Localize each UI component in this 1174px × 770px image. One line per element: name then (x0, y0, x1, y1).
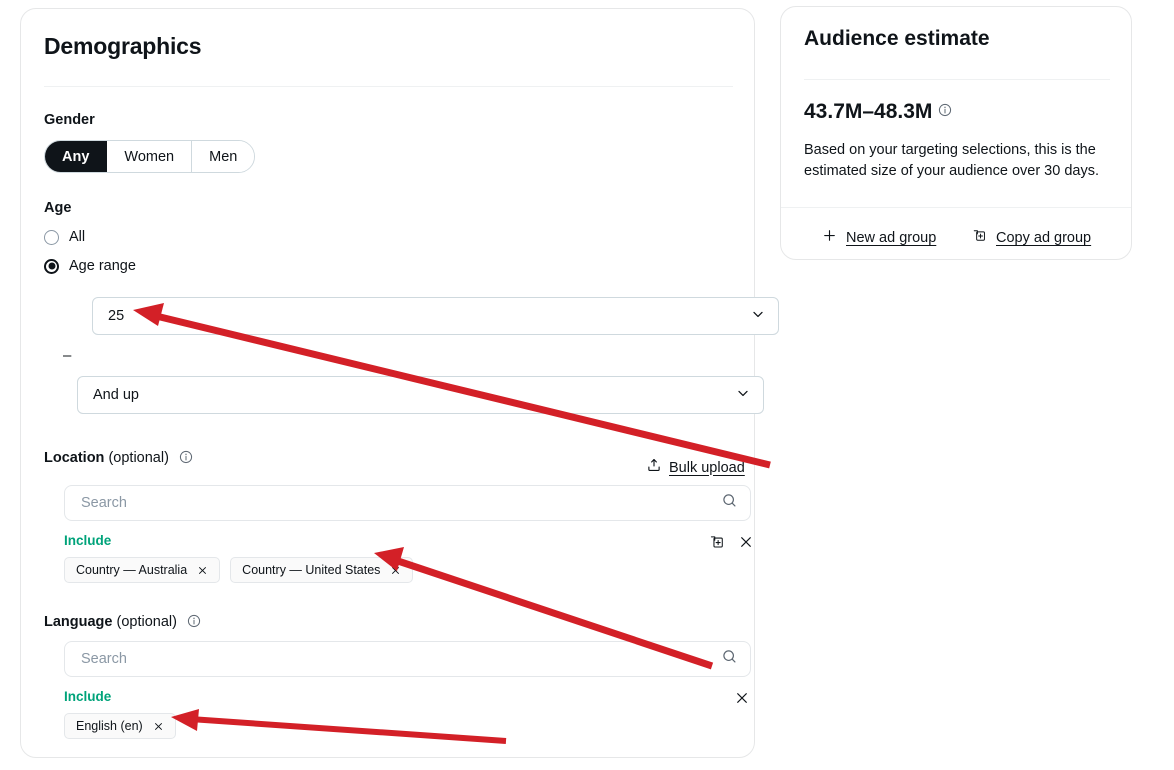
age-to-select[interactable]: And up (77, 376, 764, 414)
age-radio-range-label: Age range (69, 258, 136, 274)
age-radio-range[interactable]: Age range (44, 258, 136, 274)
audience-estimate-card: Audience estimate 43.7M–48.3M Based on y… (780, 6, 1132, 260)
chevron-down-icon (750, 306, 766, 327)
close-icon[interactable] (738, 534, 754, 550)
close-icon[interactable] (390, 565, 401, 576)
gender-option-women[interactable]: Women (107, 141, 193, 172)
copy-plus-icon (972, 228, 987, 248)
age-to-value: And up (93, 387, 139, 403)
info-circle-icon[interactable] (938, 103, 952, 122)
new-ad-group-label: New ad group (846, 230, 937, 246)
language-label-text: Language (44, 614, 113, 630)
page-title: Demographics (44, 33, 202, 59)
location-search-field[interactable] (64, 485, 751, 521)
language-include-actions (734, 690, 750, 706)
age-from-select[interactable]: 25 (92, 297, 779, 335)
location-chip-list: Country — Australia Country — United Sta… (64, 557, 414, 583)
location-include-label: Include (64, 533, 112, 548)
info-circle-icon[interactable] (179, 450, 193, 468)
audience-divider-bottom (781, 207, 1131, 208)
age-radio-all-label: All (69, 229, 86, 245)
gender-option-any[interactable]: Any (45, 141, 108, 172)
location-label-text: Location (44, 450, 105, 466)
new-ad-group-button[interactable]: New ad group (822, 228, 936, 248)
language-search-field[interactable] (64, 641, 751, 677)
language-label: Language (optional) (44, 614, 201, 632)
age-radio-all[interactable]: All (44, 229, 85, 245)
location-chip[interactable]: Country — Australia (64, 557, 221, 583)
age-label: Age (44, 200, 72, 216)
language-chip-list: English (en) (64, 713, 176, 739)
audience-estimate-description: Based on your targeting selections, this… (804, 142, 1099, 179)
language-search-input[interactable] (81, 651, 721, 667)
search-icon[interactable] (721, 492, 738, 514)
location-optional-text: (optional) (108, 450, 169, 466)
age-from-value: 25 (108, 308, 125, 324)
radio-icon (44, 229, 59, 245)
location-search-input[interactable] (81, 495, 721, 511)
language-chip[interactable]: English (en) (64, 713, 176, 739)
chevron-down-icon (735, 385, 751, 406)
info-circle-icon[interactable] (187, 614, 201, 632)
close-icon[interactable] (153, 721, 164, 732)
demographics-card: Demographics Gender Any Women Men Age Al… (20, 8, 779, 758)
gender-segmented-control[interactable]: Any Women Men (44, 140, 256, 173)
upload-icon (646, 457, 662, 478)
copy-ad-group-label: Copy ad group (996, 230, 1092, 246)
search-icon[interactable] (721, 648, 738, 670)
bulk-upload-label: Bulk upload (669, 459, 745, 476)
copy-plus-icon[interactable] (709, 534, 725, 550)
chip-label: English (en) (76, 719, 143, 733)
gender-label: Gender (44, 112, 95, 128)
audience-divider-top (804, 79, 1110, 80)
language-include-label: Include (64, 689, 112, 704)
location-include-actions (709, 534, 754, 550)
close-icon[interactable] (197, 565, 208, 576)
plus-icon (822, 228, 837, 248)
bulk-upload-button[interactable]: Bulk upload (646, 457, 745, 478)
gender-option-men[interactable]: Men (192, 141, 255, 172)
copy-ad-group-button[interactable]: Copy ad group (972, 228, 1091, 248)
chip-label: Country — United States (242, 563, 381, 577)
close-icon[interactable] (734, 690, 750, 706)
audience-estimate-title: Audience estimate (804, 27, 990, 50)
language-optional-text: (optional) (116, 614, 177, 630)
radio-selected-icon (44, 258, 59, 274)
audience-estimate-value-row: 43.7M–48.3M (804, 100, 952, 124)
chip-label: Country — Australia (76, 563, 188, 577)
audience-estimate-value: 43.7M–48.3M (804, 100, 933, 123)
age-range-separator: – (63, 347, 72, 364)
location-chip[interactable]: Country — United States (230, 557, 414, 583)
title-divider (44, 86, 733, 87)
location-label: Location (optional) (44, 450, 193, 468)
